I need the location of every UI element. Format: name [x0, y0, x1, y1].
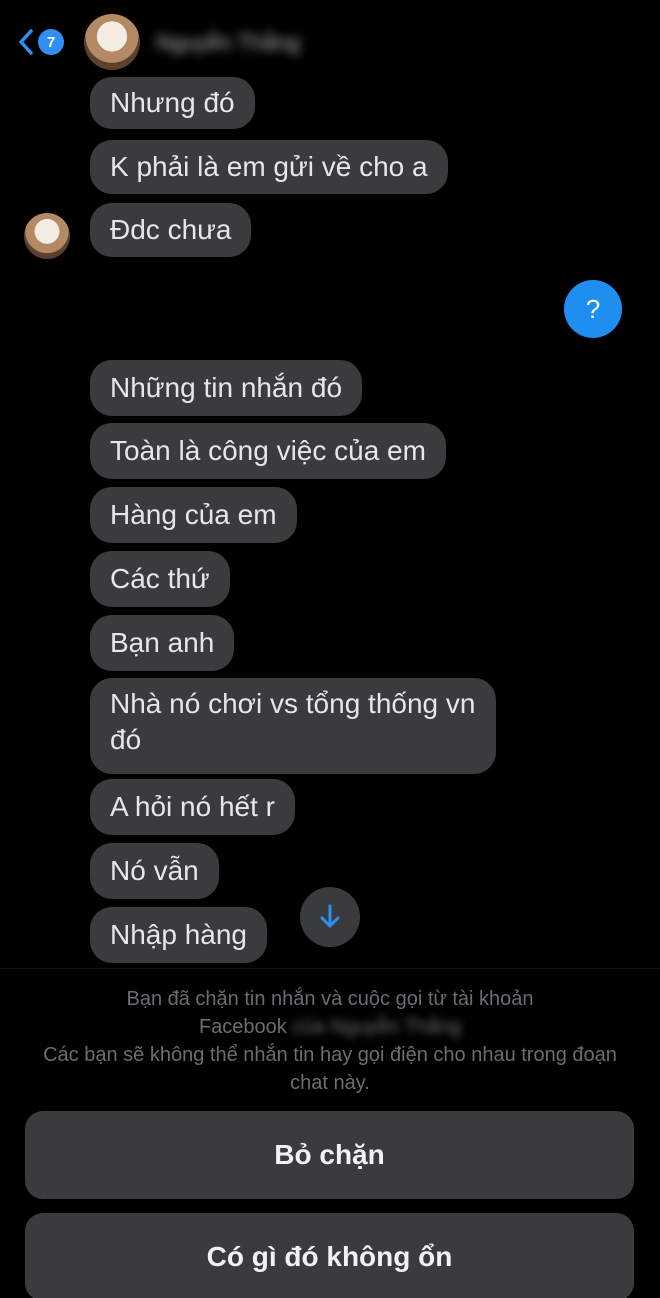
- blocked-footer: Bạn đã chặn tin nhắn và cuộc gọi từ tài …: [0, 968, 660, 1298]
- blocked-notice-line: Facebook của Nguyễn Thắng: [40, 1013, 620, 1041]
- message-bubble[interactable]: Nhưng đó: [90, 77, 255, 129]
- message-bubble[interactable]: K phải là em gửi về cho a: [90, 140, 448, 194]
- my-message-bubble[interactable]: ?: [564, 280, 622, 338]
- message-bubble[interactable]: Những tin nhắn đó: [90, 360, 363, 416]
- message-bubble[interactable]: Đdc chưa: [90, 203, 252, 257]
- chevron-left-icon: [19, 29, 33, 55]
- message-bubble[interactable]: Nó vẫn: [90, 843, 219, 899]
- back-button[interactable]: 7: [18, 24, 72, 60]
- message-bubble[interactable]: Hàng của em: [90, 487, 297, 543]
- message-bubble[interactable]: A hỏi nó hết r: [90, 779, 296, 835]
- message-bubble[interactable]: Bạn anh: [90, 615, 235, 671]
- contact-name[interactable]: Nguyễn Thắng: [156, 30, 300, 56]
- message-bubble[interactable]: Các thứ: [90, 551, 230, 607]
- blocked-notice: Bạn đã chặn tin nhắn và cuộc gọi từ tài …: [40, 985, 620, 1097]
- scroll-to-bottom-button[interactable]: [300, 887, 360, 947]
- unread-count-badge: 7: [38, 29, 64, 55]
- chat-header: 7 Nguyễn Thắng: [0, 0, 660, 78]
- message-bubble[interactable]: Toàn là công việc của em: [90, 423, 446, 479]
- message-bubble[interactable]: Nhập hàng: [90, 907, 268, 963]
- contact-avatar[interactable]: [84, 14, 140, 70]
- something-wrong-button[interactable]: Có gì đó không ổn: [25, 1213, 634, 1298]
- message-bubble[interactable]: Nhà nó chơi vs tổng thống vn đó: [90, 678, 496, 774]
- arrow-down-icon: [320, 904, 340, 928]
- blocked-notice-text: Facebook: [198, 1016, 287, 1038]
- blocked-notice-line: Các bạn sẽ không thể nhắn tin hay gọi đi…: [43, 1044, 617, 1094]
- blocked-notice-line: Bạn đã chặn tin nhắn và cuộc gọi từ tài …: [126, 988, 534, 1010]
- unblock-button[interactable]: Bỏ chặn: [25, 1111, 634, 1199]
- contact-avatar-small: [24, 213, 70, 259]
- blocked-notice-name: của Nguyễn Thắng: [292, 1016, 462, 1038]
